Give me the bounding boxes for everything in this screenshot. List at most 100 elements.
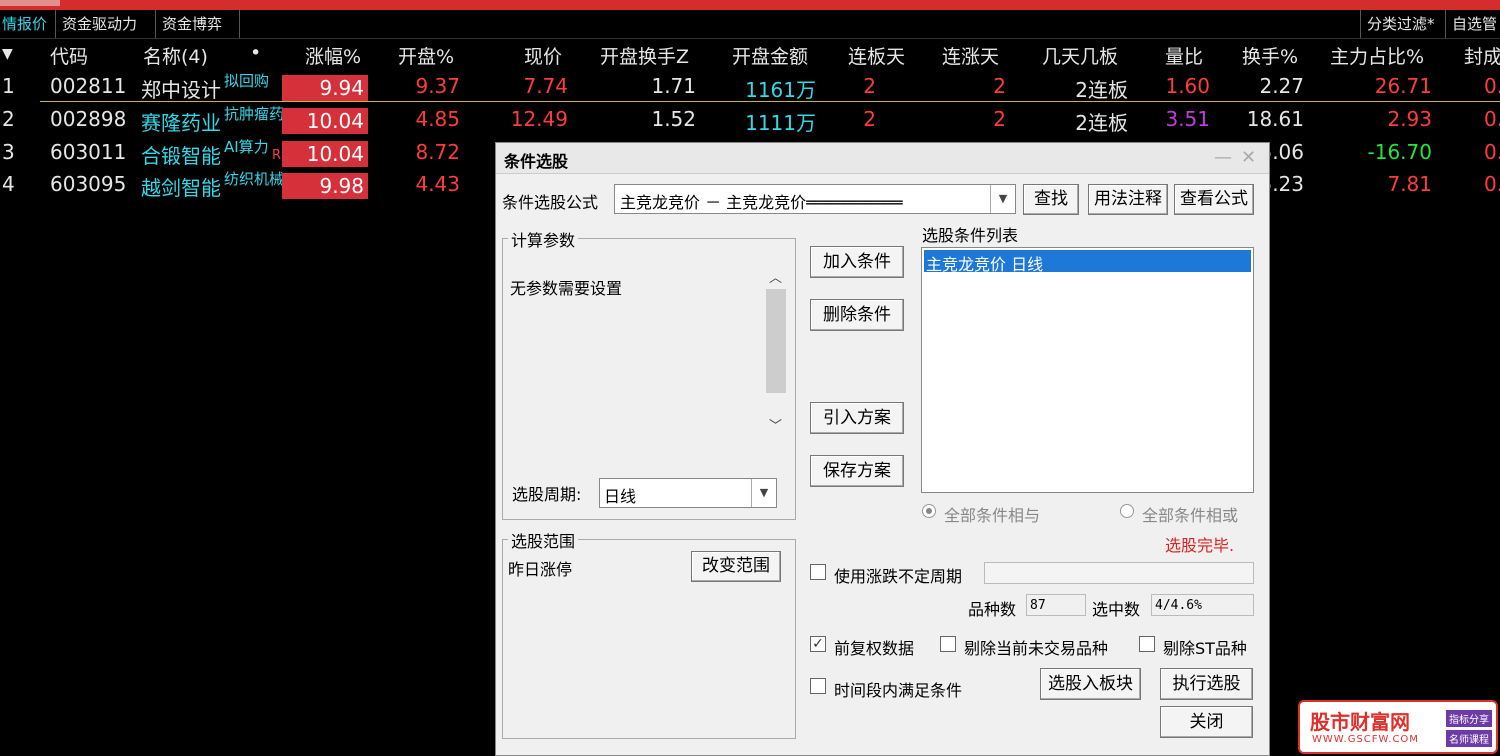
scroll-down-icon[interactable]: ﹀ [769, 415, 782, 434]
variable-period-label: 使用涨跌不定周期 [834, 567, 963, 586]
exclude-untraded-checkbox[interactable] [940, 636, 956, 652]
count-field: 87 [1026, 594, 1086, 616]
change-pct: 9.94 [282, 75, 368, 101]
exclude-untraded-label: 剔除当前未交易品种 [964, 639, 1109, 658]
concept-tag: 拟回购 [224, 72, 270, 90]
variable-period-field[interactable] [984, 562, 1254, 584]
scope-text: 昨日涨停 [508, 560, 573, 579]
col-open-turnover[interactable]: 开盘换手Z [600, 42, 689, 69]
price: 7.74 [523, 74, 568, 98]
view-formula-button[interactable]: 查看公式 [1174, 184, 1254, 215]
save-plan-button[interactable]: 保存方案 [810, 455, 904, 487]
watermark-url: WWW.GSCFW.COM [1312, 734, 1419, 745]
col-code[interactable]: 代码 [50, 42, 88, 69]
dialog-titlebar[interactable]: 条件选股 — ✕ [496, 143, 1269, 174]
condition-list[interactable]: 主竞龙竞价 日线 [921, 247, 1254, 493]
stock-code: 603011 [50, 140, 127, 164]
period-select[interactable]: 日线 ▼ [599, 478, 777, 508]
selected-value: 4/4.6% [1155, 598, 1202, 613]
open-turnover: 1.52 [651, 107, 696, 131]
col-open-pct[interactable]: 开盘% [398, 42, 454, 69]
scope-group-label: 选股范围 [508, 528, 579, 552]
params-scrollbar[interactable]: ︿ ﹀ [764, 265, 788, 441]
usage-notes-button[interactable]: 用法注释 [1088, 184, 1168, 215]
main-ratio: 26.71 [1374, 74, 1432, 98]
tab-watchlist[interactable]: 自选管 [1446, 10, 1500, 38]
lz-days: 2 [993, 74, 1006, 98]
row-index: 4 [2, 172, 15, 196]
tab-zijin-qudongli[interactable]: 资金驱动力 [56, 10, 156, 38]
row-index: 2 [2, 107, 15, 131]
radio-or-label: 全部条件相或 [1142, 506, 1239, 525]
list-item[interactable]: 主竞龙竞价 日线 [924, 250, 1251, 274]
exclude-st-checkbox[interactable] [1139, 636, 1155, 652]
period-label: 选股周期: [512, 485, 582, 504]
watermark-logo: 股市财富网 WWW.GSCFW.COM 指标分享 名师课程 [1298, 700, 1498, 754]
col-jtjb[interactable]: 几天几板 [1042, 42, 1118, 69]
seal: 0. [1484, 140, 1500, 164]
params-group-label: 计算参数 [508, 227, 579, 251]
variable-period-checkbox[interactable] [810, 564, 826, 580]
row-index: 1 [2, 74, 15, 98]
minimize-icon[interactable]: — [1214, 147, 1232, 168]
add-condition-button[interactable]: 加入条件 [810, 246, 904, 278]
radio-and[interactable] [922, 504, 936, 518]
change-pct: 9.98 [282, 173, 368, 199]
tab-category-filter[interactable]: 分类过滤* [1360, 10, 1446, 38]
chevron-down-icon[interactable]: ▼ [751, 479, 776, 507]
open-turnover: 1.71 [651, 74, 696, 98]
find-button[interactable]: 查找 [1023, 184, 1079, 215]
table-row[interactable]: 1 002811 郑中设计 拟回购 9.94 9.37 7.74 1.71 11… [0, 72, 1500, 104]
time-range-checkbox[interactable] [810, 678, 826, 694]
condition-list-label: 选股条件列表 [922, 226, 1019, 245]
selected-label: 选中数 [1092, 600, 1141, 619]
stock-name: 合锻智能 [141, 144, 221, 168]
chevron-down-icon[interactable]: ▼ [990, 185, 1015, 213]
main-ratio: -16.70 [1367, 140, 1432, 164]
delete-condition-button[interactable]: 删除条件 [810, 299, 904, 331]
col-price[interactable]: 现价 [524, 42, 562, 69]
seal: 0. [1484, 107, 1500, 131]
col-open-amount[interactable]: 开盘金额 [732, 42, 808, 69]
stock-code: 002898 [50, 107, 127, 131]
col-lz-days[interactable]: 连涨天 [942, 42, 999, 69]
sort-arrow-icon[interactable]: ▼ [2, 46, 13, 62]
col-lb-days[interactable]: 连板天 [848, 42, 905, 69]
formula-label: 条件选股公式 [502, 193, 599, 212]
col-main-ratio[interactable]: 主力占比% [1330, 42, 1424, 69]
col-vol-ratio[interactable]: 量比 [1165, 42, 1203, 69]
seal: 0. [1484, 172, 1500, 196]
stock-name: 越剑智能 [141, 176, 221, 200]
change-scope-button[interactable]: 改变范围 [691, 551, 781, 582]
scroll-up-icon[interactable]: ︿ [769, 267, 782, 286]
import-plan-button[interactable]: 引入方案 [810, 402, 904, 434]
col-change[interactable]: 涨幅% [305, 42, 361, 69]
table-row[interactable]: 2 002898 赛隆药业 抗肿瘤药 10.04 4.85 12.49 1.52… [0, 105, 1500, 137]
close-button[interactable]: 关闭 [1160, 706, 1253, 738]
selection-divider [40, 101, 1500, 102]
count-label: 品种数 [968, 600, 1017, 619]
close-icon[interactable]: ✕ [1241, 147, 1256, 168]
exclude-st-label: 剔除ST品种 [1163, 639, 1247, 658]
radio-or[interactable] [1120, 504, 1134, 518]
tab-zijin-boyi[interactable]: 资金博弈 [156, 10, 240, 38]
prior-adjust-checkbox[interactable]: ✓ [810, 636, 826, 652]
main-ratio: 2.93 [1387, 107, 1432, 131]
lz-days: 2 [993, 107, 1006, 131]
add-to-block-button[interactable]: 选股入板块 [1040, 668, 1141, 700]
seal: 0. [1484, 74, 1500, 98]
jtjb: 2连板 [1075, 78, 1128, 102]
dialog-title: 条件选股 [504, 152, 569, 171]
col-seal[interactable]: 封成 [1464, 42, 1500, 69]
execute-screening-button[interactable]: 执行选股 [1160, 668, 1253, 700]
scrollbar-thumb[interactable] [766, 289, 786, 393]
radio-and-label: 全部条件相与 [944, 506, 1041, 525]
row-index: 3 [2, 140, 15, 164]
col-name[interactable]: 名称(4) [143, 42, 208, 69]
watermark-title: 股市财富网 [1310, 710, 1410, 734]
formula-select[interactable]: 主竞龙竞价 － 主竞龙竞价══════════ ▼ [614, 184, 1016, 214]
lb-days: 2 [863, 107, 876, 131]
col-turnover[interactable]: 换手% [1242, 42, 1298, 69]
tab-qingbaojia[interactable]: 情报价 [0, 10, 56, 38]
stock-screening-dialog: 条件选股 — ✕ 条件选股公式 主竞龙竞价 － 主竞龙竞价══════════ … [495, 142, 1270, 756]
